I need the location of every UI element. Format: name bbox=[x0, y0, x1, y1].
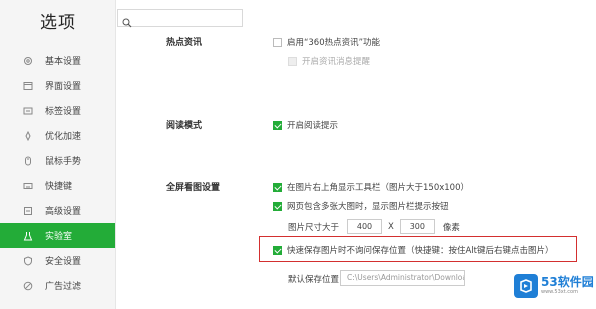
sidebar-item-label: 快捷键 bbox=[45, 182, 73, 192]
highlight-box bbox=[259, 236, 577, 262]
watermark-brand: 53软件园 bbox=[541, 275, 594, 289]
lab-icon bbox=[22, 230, 34, 242]
size-prefix-label: 图片尺寸大于 bbox=[288, 222, 340, 233]
sidebar-item-advanced[interactable]: 高级设置 bbox=[0, 198, 115, 223]
sidebar-item-label: 实验室 bbox=[45, 232, 73, 242]
sidebar-item-ui[interactable]: 界面设置 bbox=[0, 73, 115, 98]
settings-content: 热点资讯 启用“360热点资讯”功能 开启资讯消息提醒 阅读模式 开启阅读提示 … bbox=[116, 0, 596, 309]
option-hot-news[interactable]: 启用“360热点资讯”功能 bbox=[273, 36, 380, 48]
unit-label: 像素 bbox=[442, 222, 460, 233]
option-label: 开启资讯消息提醒 bbox=[302, 57, 371, 67]
shield-icon bbox=[22, 255, 34, 267]
option-label: 启用“360热点资讯”功能 bbox=[287, 38, 381, 48]
sidebar-item-label: 鼠标手势 bbox=[45, 157, 82, 167]
sidebar: 选项 基本设置 界面设置 标签设置 优化加速 鼠标手势 快捷键 高级设置 实验室… bbox=[0, 0, 116, 309]
watermark-site: www.53xt.com bbox=[541, 289, 578, 295]
sidebar-item-lab[interactable]: 实验室 bbox=[0, 223, 115, 248]
toolbar-checkbox[interactable] bbox=[273, 182, 282, 192]
option-label: 网页包含多张大图时，显示图片栏提示按钮 bbox=[287, 202, 449, 212]
save-location-label: 默认保存位置： bbox=[288, 275, 348, 285]
sidebar-item-mouse[interactable]: 鼠标手势 bbox=[0, 148, 115, 173]
sidebar-item-optimize[interactable]: 优化加速 bbox=[0, 123, 115, 148]
option-reading-tip[interactable]: 开启阅读提示 bbox=[273, 119, 338, 131]
page-title: 选项 bbox=[40, 13, 76, 33]
sidebar-item-label: 广告过滤 bbox=[45, 282, 82, 292]
tag-icon bbox=[22, 105, 34, 117]
window-icon bbox=[22, 80, 34, 92]
advanced-icon bbox=[22, 205, 34, 217]
rocket-icon bbox=[22, 130, 34, 142]
section-fullscreen-label: 全屏看图设置 bbox=[166, 183, 221, 193]
hot-reminder-checkbox[interactable] bbox=[288, 56, 297, 66]
mouse-icon bbox=[22, 155, 34, 167]
width-input[interactable]: 400 bbox=[347, 219, 383, 234]
sidebar-item-tabs[interactable]: 标签设置 bbox=[0, 98, 115, 123]
option-image-bar[interactable]: 网页包含多张大图时，显示图片栏提示按钮 bbox=[273, 200, 449, 212]
watermark-logo: 53软件园 www.53xt.com bbox=[514, 266, 596, 306]
sidebar-item-label: 标签设置 bbox=[45, 107, 82, 117]
sidebar-item-basic[interactable]: 基本设置 bbox=[0, 48, 115, 73]
sidebar-nav: 基本设置 界面设置 标签设置 优化加速 鼠标手势 快捷键 高级设置 实验室 安全… bbox=[0, 48, 115, 298]
image-size-row: 图片尺寸大于 400 X 300 像素 bbox=[288, 219, 460, 234]
keyboard-icon bbox=[22, 180, 34, 192]
sidebar-item-label: 安全设置 bbox=[45, 257, 82, 267]
sidebar-item-label: 优化加速 bbox=[45, 132, 82, 142]
option-label: 开启阅读提示 bbox=[287, 121, 339, 131]
option-hot-reminder[interactable]: 开启资讯消息提醒 bbox=[288, 55, 370, 67]
save-path-input[interactable]: C:\Users\Administrator\Downloads bbox=[340, 270, 465, 286]
image-bar-checkbox[interactable] bbox=[273, 201, 282, 211]
filter-icon bbox=[22, 280, 34, 292]
save-location-row: 默认保存位置： bbox=[288, 273, 348, 285]
hot-news-checkbox[interactable] bbox=[273, 37, 282, 47]
height-input[interactable]: 300 bbox=[399, 219, 435, 234]
option-label: 在图片右上角显示工具栏（图片大于150x100） bbox=[287, 183, 469, 193]
section-hot-label: 热点资讯 bbox=[166, 38, 203, 48]
times-label: X bbox=[388, 221, 394, 232]
sidebar-item-shortcuts[interactable]: 快捷键 bbox=[0, 173, 115, 198]
sidebar-item-security[interactable]: 安全设置 bbox=[0, 248, 115, 273]
logo-icon bbox=[514, 274, 538, 298]
sidebar-item-label: 高级设置 bbox=[45, 207, 82, 217]
sidebar-item-adblock[interactable]: 广告过滤 bbox=[0, 273, 115, 298]
settings-icon bbox=[22, 55, 34, 67]
option-toolbar[interactable]: 在图片右上角显示工具栏（图片大于150x100） bbox=[273, 181, 469, 193]
sidebar-item-label: 界面设置 bbox=[45, 82, 82, 92]
section-reading-label: 阅读模式 bbox=[166, 121, 203, 131]
reading-tip-checkbox[interactable] bbox=[273, 120, 282, 130]
sidebar-item-label: 基本设置 bbox=[45, 57, 82, 67]
